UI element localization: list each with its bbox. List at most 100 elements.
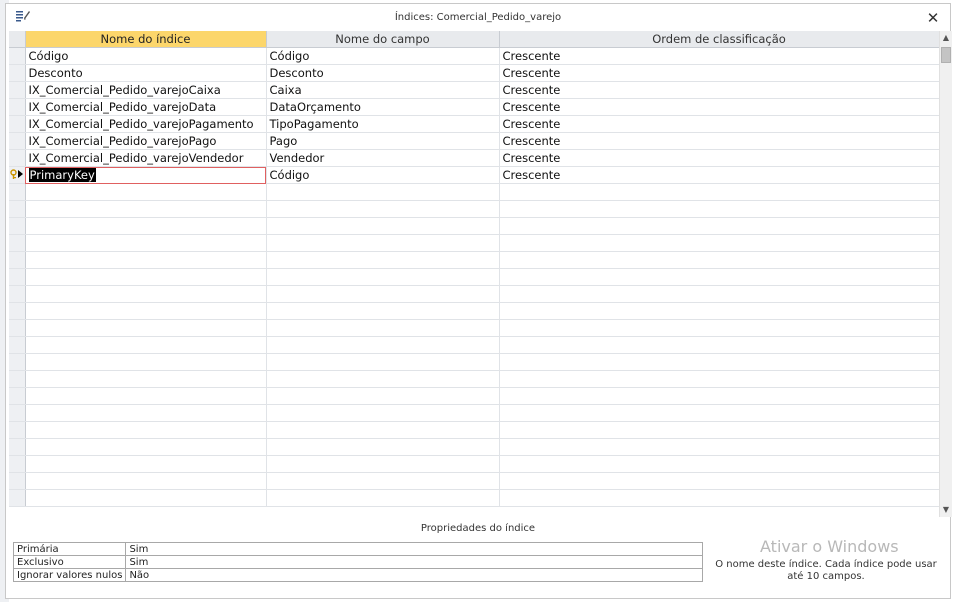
sort-order-cell[interactable]	[499, 183, 939, 201]
table-row[interactable]: IX_Comercial_Pedido_varejoData DataOrçame…	[9, 98, 939, 116]
empty-row[interactable]	[9, 217, 939, 235]
index-name-cell[interactable]	[25, 234, 267, 252]
column-header-field-name[interactable]: Nome do campo	[266, 31, 500, 48]
empty-row[interactable]	[9, 285, 939, 303]
field-name-cell[interactable]	[266, 319, 500, 337]
field-name-cell[interactable]: Caixa	[266, 81, 500, 99]
field-name-cell[interactable]: DataOrçamento	[266, 98, 500, 116]
table-row[interactable]: Desconto Desconto Crescente	[9, 64, 939, 82]
field-name-cell[interactable]: Vendedor	[266, 149, 500, 167]
index-name-cell[interactable]: IX_Comercial_Pedido_varejoVendedor	[25, 149, 267, 167]
empty-row[interactable]	[9, 319, 939, 337]
row-selector[interactable]	[9, 47, 26, 65]
field-name-cell[interactable]	[266, 268, 500, 286]
index-name-cell[interactable]	[25, 472, 267, 490]
sort-order-cell[interactable]	[499, 234, 939, 252]
sort-order-cell[interactable]: Crescente	[499, 149, 939, 167]
index-name-cell[interactable]	[25, 353, 267, 371]
sort-order-cell[interactable]	[499, 472, 939, 490]
sort-order-cell[interactable]	[499, 285, 939, 303]
empty-row[interactable]	[9, 234, 939, 252]
sort-order-cell[interactable]	[499, 319, 939, 337]
sort-order-cell[interactable]	[499, 489, 939, 507]
index-name-cell[interactable]	[25, 268, 267, 286]
index-name-cell[interactable]	[25, 251, 267, 269]
row-selector[interactable]	[9, 81, 26, 99]
column-header-sort-order[interactable]: Ordem de classificação	[499, 31, 939, 48]
sort-order-cell[interactable]: Crescente	[499, 64, 939, 82]
scroll-down-arrow-icon[interactable]: ▼	[940, 503, 952, 517]
sort-order-cell[interactable]	[499, 387, 939, 405]
property-value-primary[interactable]: Sim	[125, 542, 704, 556]
row-selector[interactable]	[9, 353, 26, 371]
row-selector[interactable]	[9, 404, 26, 422]
index-name-cell[interactable]	[25, 183, 267, 201]
table-row[interactable]: IX_Comercial_Pedido_varejoCaixa Caixa Cres…	[9, 81, 939, 99]
row-selector-header[interactable]	[9, 31, 26, 48]
empty-row[interactable]	[9, 472, 939, 490]
field-name-cell[interactable]	[266, 285, 500, 303]
field-name-cell[interactable]: Pago	[266, 132, 500, 150]
index-name-cell[interactable]	[25, 455, 267, 473]
sort-order-cell[interactable]	[499, 421, 939, 439]
empty-row[interactable]	[9, 268, 939, 286]
sort-order-cell[interactable]: Crescente	[499, 132, 939, 150]
row-selector[interactable]	[9, 302, 26, 320]
scroll-thumb[interactable]	[941, 47, 951, 63]
field-name-cell[interactable]	[266, 353, 500, 371]
field-name-cell[interactable]	[266, 489, 500, 507]
row-selector[interactable]	[9, 132, 26, 150]
field-name-cell[interactable]	[266, 336, 500, 354]
index-name-cell[interactable]	[25, 336, 267, 354]
row-selector[interactable]	[9, 200, 26, 218]
field-name-cell[interactable]	[266, 251, 500, 269]
row-selector[interactable]	[9, 183, 26, 201]
table-row[interactable]: IX_Comercial_Pedido_varejoPago Pago Cresce…	[9, 132, 939, 150]
sort-order-cell[interactable]	[499, 302, 939, 320]
sort-order-cell[interactable]: Crescente	[499, 115, 939, 133]
index-name-cell[interactable]: PrimaryKey	[25, 166, 267, 184]
sort-order-cell[interactable]	[499, 217, 939, 235]
field-name-cell[interactable]	[266, 438, 500, 456]
scroll-up-arrow-icon[interactable]: ▲	[940, 31, 952, 45]
sort-order-cell[interactable]: Crescente	[499, 98, 939, 116]
vertical-scrollbar[interactable]: ▲ ▼	[939, 31, 952, 517]
row-selector[interactable]	[9, 489, 26, 507]
index-name-cell[interactable]	[25, 387, 267, 405]
row-selector[interactable]	[9, 387, 26, 405]
row-selector[interactable]	[9, 64, 26, 82]
field-name-cell[interactable]	[266, 404, 500, 422]
field-name-cell[interactable]	[266, 370, 500, 388]
row-selector[interactable]	[9, 319, 26, 337]
property-value-unique[interactable]: Sim	[125, 555, 704, 569]
index-name-cell[interactable]	[25, 302, 267, 320]
sort-order-cell[interactable]	[499, 438, 939, 456]
index-name-cell[interactable]: Código	[25, 47, 267, 65]
empty-row[interactable]	[9, 302, 939, 320]
field-name-cell[interactable]: Código	[266, 47, 500, 65]
index-name-cell[interactable]: IX_Comercial_Pedido_varejoPago	[25, 132, 267, 150]
row-selector[interactable]	[9, 421, 26, 439]
sort-order-cell[interactable]	[499, 353, 939, 371]
index-name-cell[interactable]	[25, 370, 267, 388]
empty-row[interactable]	[9, 404, 939, 422]
field-name-cell[interactable]: Código	[266, 166, 500, 184]
field-name-cell[interactable]	[266, 217, 500, 235]
index-name-cell[interactable]	[25, 421, 267, 439]
index-name-cell[interactable]	[25, 319, 267, 337]
sort-order-cell[interactable]	[499, 455, 939, 473]
index-name-cell[interactable]	[25, 285, 267, 303]
index-name-cell[interactable]: IX_Comercial_Pedido_varejoPagamento	[25, 115, 267, 133]
field-name-cell[interactable]	[266, 421, 500, 439]
sort-order-cell[interactable]	[499, 268, 939, 286]
row-selector[interactable]	[9, 285, 26, 303]
empty-row[interactable]	[9, 200, 939, 218]
index-name-cell[interactable]	[25, 200, 267, 218]
empty-row[interactable]	[9, 489, 939, 507]
sort-order-cell[interactable]	[499, 404, 939, 422]
index-name-cell[interactable]	[25, 438, 267, 456]
row-selector[interactable]	[9, 336, 26, 354]
field-name-cell[interactable]: TipoPagamento	[266, 115, 500, 133]
empty-row[interactable]	[9, 353, 939, 371]
field-name-cell[interactable]	[266, 472, 500, 490]
